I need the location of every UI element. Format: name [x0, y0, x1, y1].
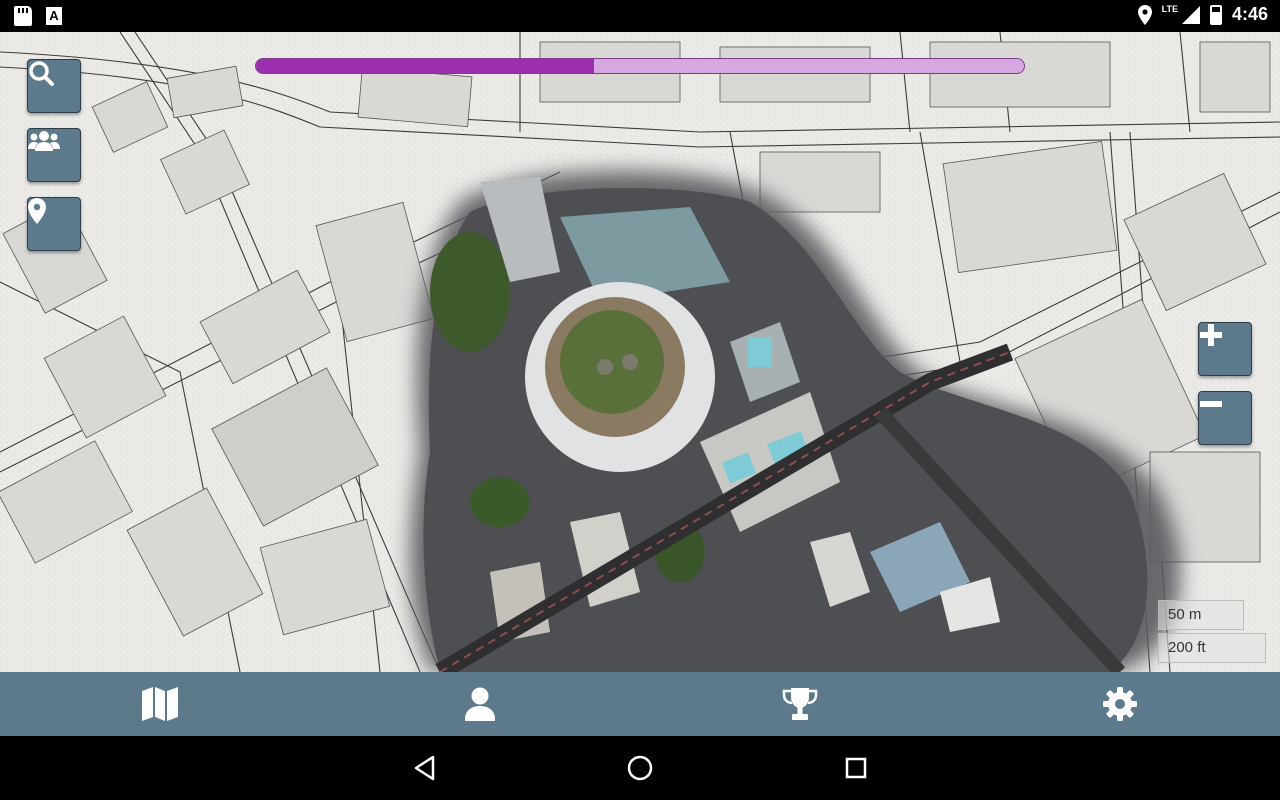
sd-card-icon	[14, 6, 32, 26]
recents-button[interactable]	[840, 752, 872, 784]
scale-metric: 50 m	[1158, 600, 1244, 630]
map-icon	[142, 687, 178, 721]
network-type: LTE	[1161, 3, 1178, 14]
system-navigation-bar	[0, 736, 1280, 800]
map-scale: 50 m 200 ft	[1158, 600, 1266, 666]
trophy-icon	[782, 688, 818, 720]
recents-icon	[845, 757, 867, 779]
home-icon	[627, 755, 653, 781]
status-bar: A LTE 4:46	[0, 0, 1280, 32]
nav-settings[interactable]	[960, 672, 1280, 736]
home-button[interactable]	[624, 752, 656, 784]
gear-icon	[1103, 687, 1137, 721]
group-button[interactable]	[27, 128, 81, 182]
location-pin-button[interactable]	[27, 197, 81, 251]
back-icon	[414, 755, 435, 781]
back-button[interactable]	[408, 752, 440, 784]
search-icon	[29, 61, 54, 86]
clock: 4:46	[1231, 4, 1268, 24]
nav-achievements[interactable]	[640, 672, 960, 736]
signal-icon	[1181, 5, 1200, 24]
location-icon	[1137, 4, 1152, 25]
map-canvas[interactable]	[0, 32, 1280, 672]
progress-bar	[255, 58, 1025, 74]
map-pin-icon	[28, 198, 46, 224]
zoom-out-button[interactable]	[1198, 391, 1252, 445]
map-view[interactable]: 50 m 200 ft	[0, 32, 1280, 672]
a-icon: A	[46, 7, 62, 25]
nav-profile[interactable]	[320, 672, 640, 736]
bottom-navigation	[0, 672, 1280, 736]
progress-fill	[256, 59, 594, 73]
zoom-in-button[interactable]	[1198, 322, 1252, 376]
search-button[interactable]	[27, 59, 81, 113]
user-icon	[465, 687, 495, 721]
plus-icon	[1200, 324, 1222, 346]
minus-icon	[1200, 401, 1222, 407]
scale-imperial: 200 ft	[1158, 633, 1266, 663]
nav-map[interactable]	[0, 672, 320, 736]
battery-icon	[1209, 4, 1222, 25]
users-icon	[28, 131, 60, 151]
